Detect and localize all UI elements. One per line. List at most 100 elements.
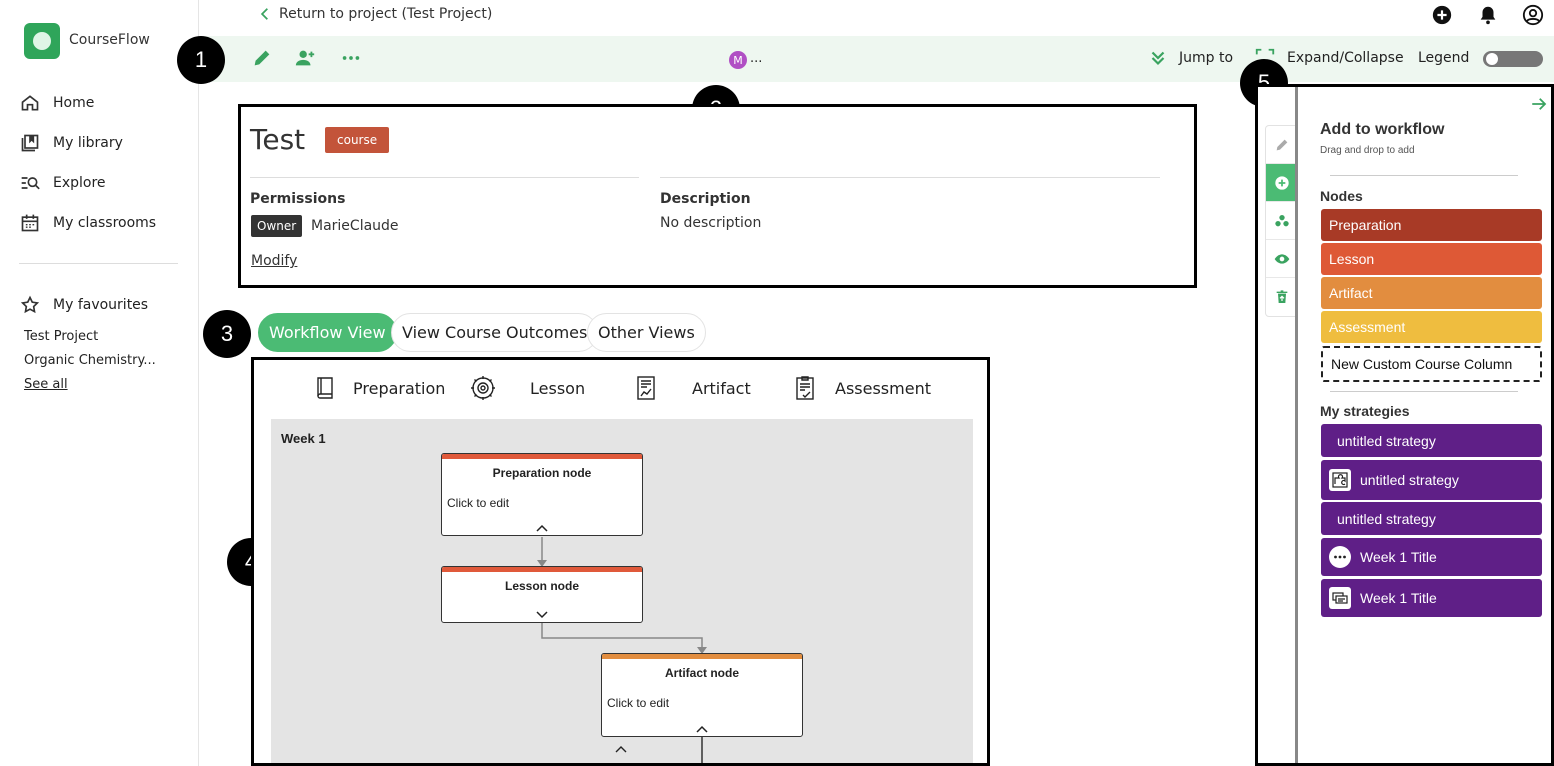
permissions-label: Permissions	[250, 191, 346, 207]
group-dots-icon	[1274, 214, 1289, 226]
legend-label: Legend	[1418, 50, 1470, 66]
workflow-node-artifact[interactable]: Artifact node Click to edit	[601, 653, 803, 737]
chevron-up-icon[interactable]	[536, 524, 548, 532]
panel-tab-outcomes[interactable]	[1266, 202, 1297, 240]
add-user-icon[interactable]	[294, 47, 316, 69]
panel-subtitle: Drag and drop to add	[1320, 145, 1415, 156]
column-header-label: Preparation	[353, 378, 446, 398]
ellipsis-icon	[1329, 546, 1351, 568]
column-header-lesson[interactable]: Lesson	[469, 374, 585, 402]
strategy-label: untitled strategy	[1337, 432, 1436, 449]
panel-tab-restore[interactable]	[1266, 278, 1297, 316]
panel-tab-add[interactable]	[1266, 164, 1297, 202]
strategy-item[interactable]: Week 1 Title	[1321, 579, 1542, 617]
node-color-bar	[602, 654, 802, 659]
column-header-preparation[interactable]: Preparation	[312, 374, 445, 402]
strategy-label: untitled strategy	[1337, 510, 1436, 527]
node-title: Preparation node	[492, 466, 592, 480]
node-color-bar	[442, 567, 642, 572]
eye-icon	[1274, 253, 1289, 264]
sidebar-item-my-favourites[interactable]: My favourites	[20, 292, 148, 318]
sidebar-item-label: Home	[53, 95, 95, 111]
project-info-panel: Test course Permissions Owner MarieClaud…	[238, 104, 1197, 288]
project-title: Test	[250, 123, 306, 156]
divider	[1330, 175, 1518, 176]
modify-permissions-link[interactable]: Modify	[251, 253, 297, 269]
sidebar-item-my-library[interactable]: My library	[20, 130, 123, 156]
description-text: No description	[660, 215, 762, 231]
strategy-item[interactable]: untitled strategy	[1321, 424, 1542, 457]
node-type-artifact[interactable]: Artifact	[1321, 277, 1542, 309]
strategy-label: Week 1 Title	[1360, 590, 1437, 606]
favourite-link[interactable]: Organic Chemistry...	[24, 353, 156, 368]
jump-to-button[interactable]: Jump to	[1179, 50, 1233, 66]
node-type-lesson[interactable]: Lesson	[1321, 243, 1542, 275]
node-title: Lesson node	[504, 579, 579, 593]
add-circle-icon[interactable]	[1431, 4, 1453, 26]
arrow-right-icon[interactable]	[1530, 95, 1548, 113]
legend-toggle[interactable]	[1483, 51, 1543, 67]
slides-icon	[1329, 587, 1351, 609]
sidebar-item-label: My favourites	[53, 297, 149, 313]
tab-view-course-outcomes[interactable]: View Course Outcomes	[391, 313, 599, 352]
return-to-project-link[interactable]: Return to project (Test Project)	[258, 6, 492, 22]
app-name: CourseFlow	[69, 32, 150, 48]
pencil-icon	[1276, 139, 1287, 150]
more-users-indicator[interactable]: ...	[750, 51, 762, 66]
calendar-icon	[21, 214, 39, 232]
chevron-up-icon[interactable]	[696, 725, 708, 733]
column-header-assessment[interactable]: Assessment	[792, 374, 931, 402]
sidebar-item-my-classrooms[interactable]: My classrooms	[20, 210, 156, 236]
tab-workflow-view[interactable]: Workflow View	[258, 313, 397, 352]
chevron-left-icon	[260, 8, 268, 20]
panel-tab-view[interactable]	[1266, 240, 1297, 278]
double-chevron-down-icon[interactable]	[1147, 47, 1169, 69]
edit-pencil-icon[interactable]	[251, 47, 273, 69]
explore-icon	[21, 177, 40, 190]
more-options-icon[interactable]	[340, 47, 362, 69]
see-all-link[interactable]: See all	[24, 377, 68, 392]
strategy-item[interactable]: untitled strategy	[1321, 460, 1542, 500]
node-type-assessment[interactable]: Assessment	[1321, 311, 1542, 343]
workflow-toolbar: M ... Jump to Expand/Collapse Legend	[200, 36, 1554, 82]
library-icon	[21, 134, 39, 152]
chevron-down-icon[interactable]	[536, 611, 548, 619]
sidebar-item-label: My classrooms	[53, 215, 157, 231]
column-header-label: Artifact	[692, 378, 751, 398]
favourite-link[interactable]: Test Project	[24, 329, 98, 344]
strategy-item[interactable]: Week 1 Title	[1321, 538, 1542, 576]
workflow-node-preparation[interactable]: Preparation node Click to edit	[441, 453, 643, 536]
divider	[1330, 391, 1518, 392]
node-title: Artifact node	[664, 666, 739, 680]
app-logo[interactable]	[24, 23, 60, 59]
sidebar-item-home[interactable]: Home	[20, 90, 94, 116]
panel-title: Add to workflow	[1320, 121, 1445, 138]
document-chart-icon	[637, 376, 655, 400]
user-avatar[interactable]: M	[729, 51, 747, 69]
add-circle-icon	[1274, 175, 1289, 190]
checklist-icon	[796, 376, 814, 400]
column-header-artifact[interactable]: Artifact	[632, 374, 751, 402]
strategy-item[interactable]: untitled strategy	[1321, 502, 1542, 535]
callout-badge-1: 1	[177, 36, 225, 84]
node-type-preparation[interactable]: Preparation	[1321, 209, 1542, 241]
week-block[interactable]: Week 1 Preparation node Click to edit Le…	[271, 419, 973, 763]
node-click-to-edit[interactable]: Click to edit	[447, 496, 509, 510]
owner-name: MarieClaude	[311, 218, 399, 234]
column-header-label: Lesson	[530, 378, 586, 398]
add-to-workflow-panel: Add to workflow Drag and drop to add Nod…	[1255, 84, 1554, 766]
tab-other-views[interactable]: Other Views	[587, 313, 706, 352]
bell-icon[interactable]	[1477, 4, 1499, 26]
expand-collapse-button[interactable]: Expand/Collapse	[1287, 50, 1404, 66]
star-icon	[20, 295, 40, 314]
account-icon[interactable]	[1522, 4, 1544, 26]
panel-tab-edit[interactable]	[1266, 126, 1297, 164]
divider	[250, 177, 639, 178]
workflow-node-lesson[interactable]: Lesson node	[441, 566, 643, 623]
node-click-to-edit[interactable]: Click to edit	[607, 696, 669, 710]
strategy-label: Week 1 Title	[1360, 549, 1437, 565]
new-custom-course-column[interactable]: New Custom Course Column	[1321, 346, 1542, 382]
sidebar-item-explore[interactable]: Explore	[20, 170, 106, 196]
divider	[660, 177, 1160, 178]
panel-divider[interactable]	[1295, 87, 1298, 763]
